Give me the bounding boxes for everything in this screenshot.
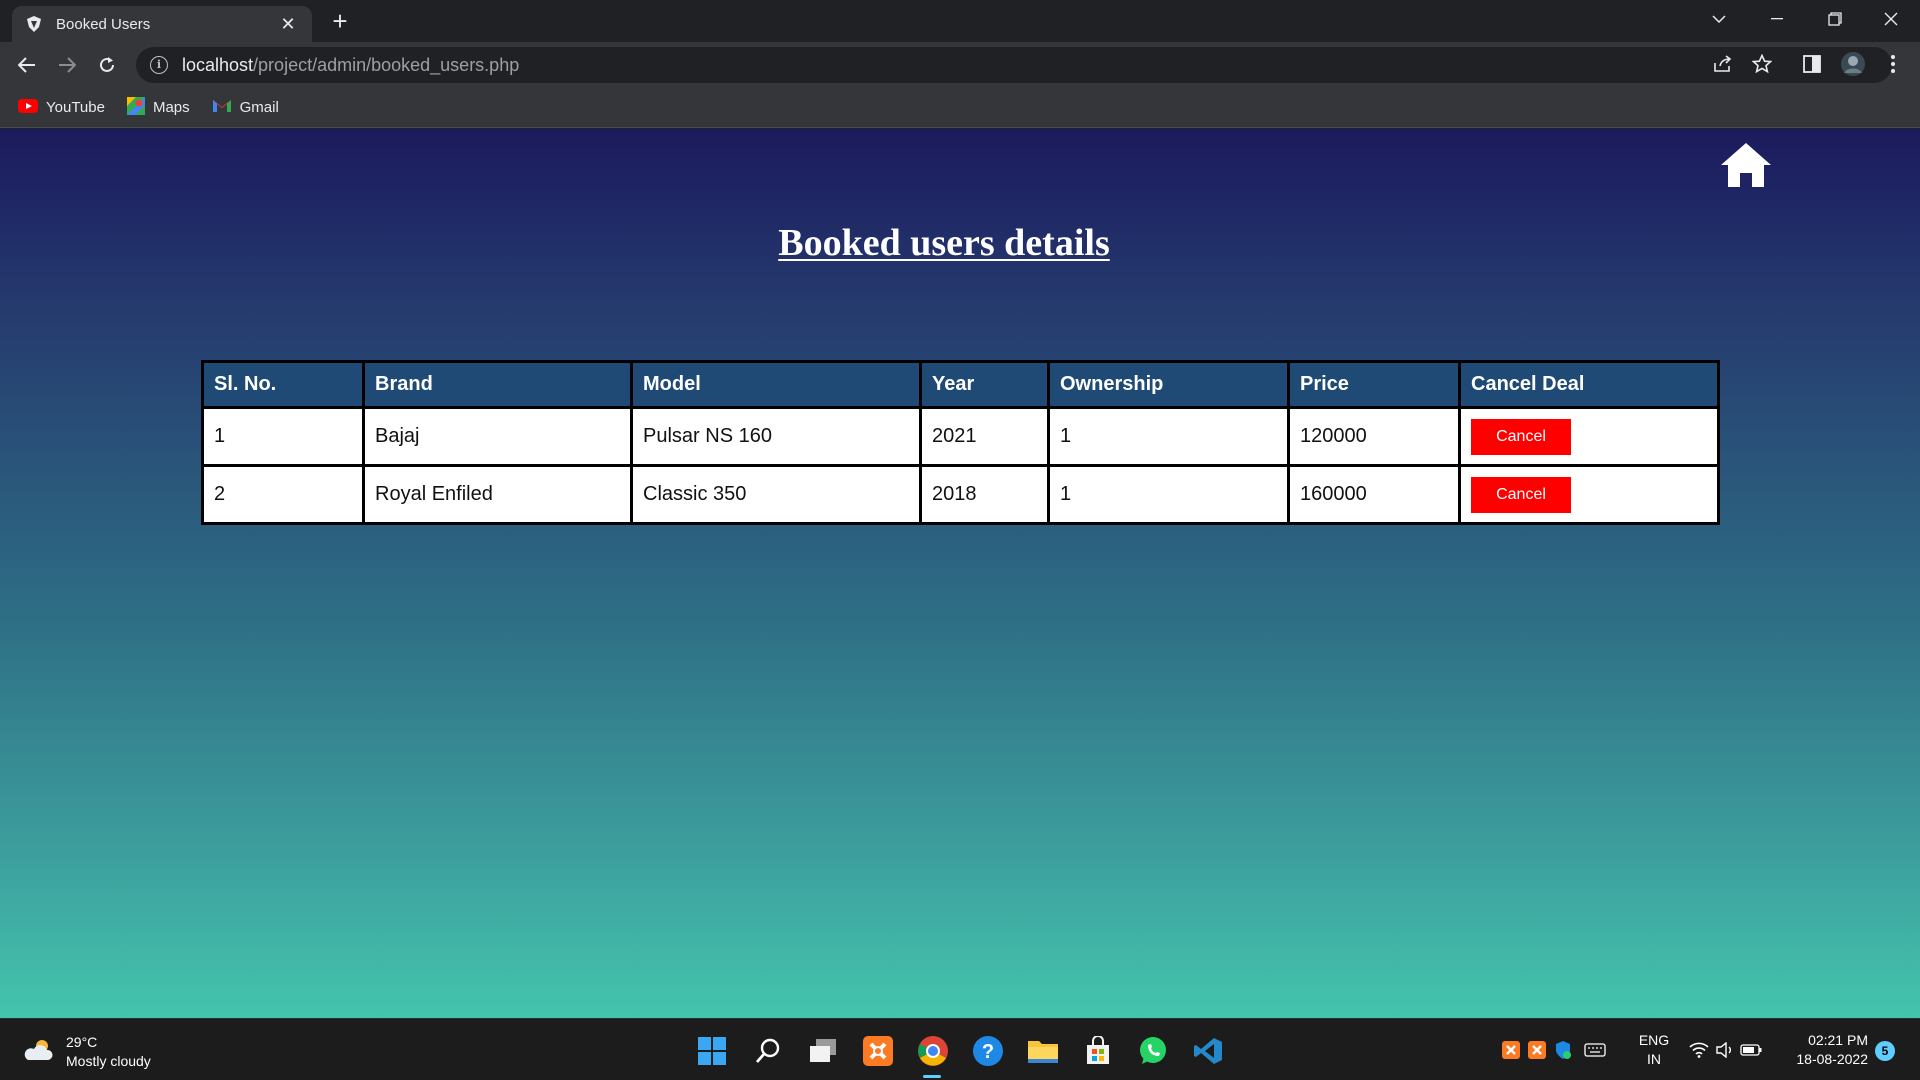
cell-ownership: 1 xyxy=(1047,406,1290,467)
cell-price: 120000 xyxy=(1287,406,1461,467)
tab-search-icon[interactable] xyxy=(1690,0,1748,38)
cell-brand: Bajaj xyxy=(362,406,633,467)
address-bar[interactable]: i localhost/project/admin/booked_users.p… xyxy=(136,47,1892,83)
url-path: /project/admin/booked_users.php xyxy=(253,54,520,75)
browser-toolbar: i localhost/project/admin/booked_users.p… xyxy=(0,42,1920,88)
notification-badge[interactable]: 5 xyxy=(1875,1041,1895,1061)
booked-users-table: Sl. No. Brand Model Year Ownership Price… xyxy=(201,360,1720,525)
vscode-icon[interactable] xyxy=(1188,1031,1228,1071)
cell-cancel-deal: Cancel xyxy=(1458,406,1720,467)
system-tray xyxy=(1498,1019,1608,1080)
cancel-button[interactable]: Cancel xyxy=(1471,476,1571,513)
cell-price: 160000 xyxy=(1287,464,1461,525)
table-row: 1 Bajaj Pulsar NS 160 2021 1 120000 Canc… xyxy=(201,406,1720,467)
chrome-icon[interactable] xyxy=(913,1031,953,1071)
tab-strip: Booked Users ✕ + xyxy=(0,0,1920,42)
maps-icon xyxy=(126,96,145,119)
tab-close-icon[interactable]: ✕ xyxy=(276,14,300,35)
wifi-icon xyxy=(1686,1037,1712,1063)
bookmark-star-icon[interactable] xyxy=(1749,51,1775,77)
start-windows-icon[interactable] xyxy=(692,1031,732,1071)
bookmark-gmail[interactable]: Gmail xyxy=(212,98,279,117)
bookmark-maps[interactable]: Maps xyxy=(126,96,190,119)
table-row: 2 Royal Enfiled Classic 350 2018 1 16000… xyxy=(201,464,1720,525)
column-header-year: Year xyxy=(919,360,1050,409)
reload-icon[interactable] xyxy=(92,50,122,80)
gmail-icon xyxy=(212,98,232,117)
side-panel-icon[interactable] xyxy=(1799,51,1825,77)
volume-icon xyxy=(1712,1037,1738,1063)
bookmark-youtube[interactable]: YouTube xyxy=(18,98,105,117)
weather-widget[interactable]: 29°C Mostly cloudy xyxy=(22,1033,151,1071)
tab-title: Booked Users xyxy=(56,15,151,33)
file-explorer-icon[interactable] xyxy=(1023,1031,1063,1071)
clock-date: 18-08-2022 xyxy=(1796,1051,1868,1067)
browser-menu-icon[interactable] xyxy=(1880,51,1906,77)
cell-year: 2018 xyxy=(919,464,1050,525)
site-info-icon[interactable]: i xyxy=(150,56,168,74)
column-header-cancel-deal: Cancel Deal xyxy=(1458,360,1720,409)
active-app-indicator xyxy=(923,1075,941,1078)
xampp-tray-icon[interactable] xyxy=(1524,1037,1550,1063)
help-icon[interactable]: ? xyxy=(968,1031,1008,1071)
close-window-button[interactable] xyxy=(1862,0,1920,38)
column-header-brand: Brand xyxy=(362,360,633,409)
cell-model: Pulsar NS 160 xyxy=(630,406,922,467)
task-view-icon[interactable] xyxy=(803,1031,843,1071)
weather-temperature: 29°C xyxy=(66,1034,98,1050)
cell-model: Classic 350 xyxy=(630,464,922,525)
column-header-model: Model xyxy=(630,360,922,409)
region-code: IN xyxy=(1647,1051,1661,1067)
keyboard-icon[interactable] xyxy=(1582,1037,1608,1063)
profile-avatar[interactable] xyxy=(1840,51,1866,77)
column-header-sl-no: Sl. No. xyxy=(201,360,365,409)
battery-icon xyxy=(1738,1037,1764,1063)
cell-sl-no: 1 xyxy=(201,406,365,467)
windows-taskbar: 29°C Mostly cloudy ? ENG IN 02:21 PM 18-… xyxy=(0,1018,1920,1080)
column-header-price: Price xyxy=(1287,360,1461,409)
security-shield-icon[interactable] xyxy=(1550,1037,1576,1063)
bookmark-label: Gmail xyxy=(239,99,279,116)
svg-text:?: ? xyxy=(982,1041,994,1063)
xampp-icon[interactable] xyxy=(858,1031,898,1071)
new-tab-button[interactable]: + xyxy=(324,6,356,38)
table-header-row: Sl. No. Brand Model Year Ownership Price… xyxy=(201,360,1720,409)
clock-time: 02:21 PM xyxy=(1808,1032,1868,1048)
youtube-icon xyxy=(18,98,38,117)
xampp-tray-icon[interactable] xyxy=(1498,1037,1524,1063)
quick-settings[interactable] xyxy=(1686,1019,1764,1080)
cancel-button[interactable]: Cancel xyxy=(1471,418,1571,455)
bookmark-label: Maps xyxy=(152,99,190,116)
back-arrow-icon[interactable] xyxy=(12,50,42,80)
restore-button[interactable] xyxy=(1806,0,1864,38)
cell-cancel-deal: Cancel xyxy=(1458,464,1720,525)
minimize-button[interactable] xyxy=(1748,0,1806,38)
bookmarks-bar: YouTube Maps Gmail xyxy=(0,88,1920,128)
weather-description: Mostly cloudy xyxy=(66,1053,151,1069)
browser-tab[interactable]: Booked Users ✕ xyxy=(12,6,312,42)
cell-sl-no: 2 xyxy=(201,464,365,525)
url-host: localhost xyxy=(182,54,254,75)
language-indicator[interactable]: ENG IN xyxy=(1636,1031,1672,1069)
microsoft-store-icon[interactable] xyxy=(1078,1031,1118,1071)
search-icon[interactable] xyxy=(748,1031,788,1071)
column-header-ownership: Ownership xyxy=(1047,360,1290,409)
page-title: Booked users details xyxy=(778,222,1110,264)
language-code: ENG xyxy=(1638,1032,1670,1048)
bookmark-label: YouTube xyxy=(46,99,105,116)
whatsapp-icon[interactable] xyxy=(1133,1031,1173,1071)
cell-ownership: 1 xyxy=(1047,464,1290,525)
share-icon[interactable] xyxy=(1710,51,1736,77)
cell-brand: Royal Enfiled xyxy=(362,464,633,525)
site-favicon-icon xyxy=(24,14,44,34)
page-content: Booked users details Sl. No. Brand Model… xyxy=(0,129,1920,1018)
home-icon[interactable] xyxy=(1718,139,1774,191)
clock[interactable]: 02:21 PM 18-08-2022 xyxy=(1782,1031,1868,1069)
cell-year: 2021 xyxy=(919,406,1050,467)
url-text: localhost/project/admin/booked_users.php xyxy=(182,55,519,76)
cloud-sun-icon xyxy=(22,1038,54,1067)
forward-arrow-icon[interactable] xyxy=(52,50,82,80)
